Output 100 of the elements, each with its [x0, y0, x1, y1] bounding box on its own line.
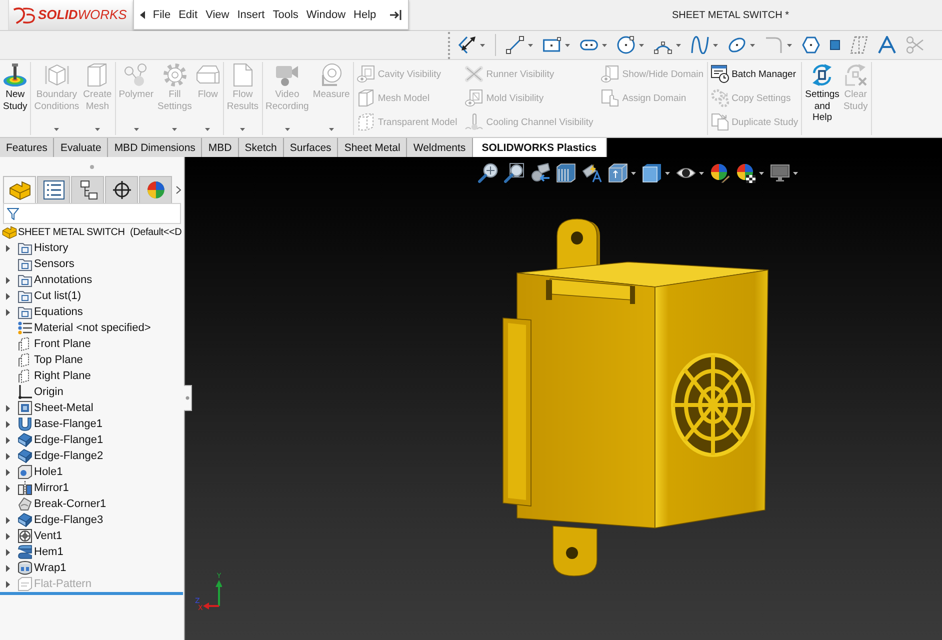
- pin-icon[interactable]: [390, 10, 402, 20]
- menu-item[interactable]: Tools: [268, 6, 302, 22]
- monitor-icon[interactable]: [770, 163, 790, 183]
- filter-field[interactable]: [3, 203, 181, 224]
- magnifier-icon[interactable]: [478, 163, 498, 183]
- expander-icon[interactable]: [6, 404, 10, 412]
- expander-icon[interactable]: [6, 532, 10, 540]
- expander-icon[interactable]: [6, 308, 10, 316]
- letter-icon[interactable]: [878, 36, 896, 54]
- dimension-icon[interactable]: [458, 36, 476, 54]
- expander-icon[interactable]: [6, 244, 10, 252]
- box-icon[interactable]: [642, 163, 662, 183]
- tab[interactable]: MBD: [202, 138, 239, 157]
- expander-icon[interactable]: [6, 452, 10, 460]
- left-arrow-icon[interactable]: [140, 10, 145, 18]
- caret-icon[interactable]: [565, 44, 570, 46]
- expander-icon[interactable]: [6, 468, 10, 476]
- tree-item[interactable]: Base-Flange1: [0, 416, 102, 432]
- panel-tab[interactable]: [37, 176, 70, 203]
- caret-icon[interactable]: [750, 44, 755, 46]
- caret-icon[interactable]: [602, 44, 607, 46]
- section-box-icon[interactable]: [556, 163, 576, 183]
- tree-item[interactable]: Vent1: [0, 528, 62, 544]
- caret-icon[interactable]: [639, 44, 644, 46]
- ellipse-icon[interactable]: [728, 36, 746, 54]
- tree-item[interactable]: Edge-Flange2: [0, 448, 104, 464]
- tab[interactable]: Sketch: [238, 138, 284, 157]
- ribbon-button[interactable]: Settings and Help: [803, 62, 842, 135]
- expander-icon[interactable]: [6, 564, 10, 572]
- magnifier-icon[interactable]: [504, 163, 524, 183]
- caret-icon[interactable]: [793, 172, 798, 174]
- tree-item[interactable]: History: [0, 240, 68, 256]
- origin-icon: [18, 385, 32, 399]
- spline-icon[interactable]: [691, 36, 709, 54]
- tab[interactable]: Weldments: [407, 138, 473, 157]
- tree-item[interactable]: Break-Corner1: [0, 496, 106, 512]
- tab[interactable]: MBD Dimensions: [108, 138, 202, 157]
- grip-icon[interactable]: [90, 164, 94, 168]
- circle-icon[interactable]: [617, 36, 635, 54]
- tree-item[interactable]: Cut list(1): [0, 288, 82, 304]
- panel-tab[interactable]: [105, 176, 138, 203]
- chevron-icon[interactable]: [176, 186, 181, 194]
- color-ball-icon[interactable]: [710, 163, 730, 183]
- ribbon-button[interactable]: Batch Manager: [708, 62, 798, 86]
- rectangle-icon[interactable]: [543, 36, 561, 54]
- tree-item[interactable]: Front Plane: [0, 336, 91, 352]
- camera-arrow-icon[interactable]: [530, 163, 550, 183]
- expander-icon[interactable]: [6, 484, 10, 492]
- menu-item[interactable]: Window: [302, 6, 350, 22]
- tree-item[interactable]: Annotations: [0, 272, 92, 288]
- caret-icon[interactable]: [699, 172, 704, 174]
- caret-icon[interactable]: [665, 172, 670, 174]
- expander-icon[interactable]: [6, 548, 10, 556]
- tree-item[interactable]: Sensors: [0, 256, 74, 272]
- tree-item[interactable]: Origin: [0, 384, 64, 400]
- tree-item[interactable]: Right Plane: [0, 368, 91, 384]
- expander-icon[interactable]: [6, 420, 10, 428]
- menu-item[interactable]: Help: [350, 6, 380, 22]
- tree-item[interactable]: Sheet-Metal: [0, 400, 94, 416]
- caret-icon[interactable]: [713, 44, 718, 46]
- tree-item[interactable]: Hole1: [0, 464, 63, 480]
- tree-item[interactable]: Equations: [0, 304, 83, 320]
- caret-icon[interactable]: [759, 172, 764, 174]
- window-clock-icon: [710, 65, 729, 83]
- menu-item[interactable]: View: [202, 6, 234, 22]
- expander-icon[interactable]: [6, 276, 10, 284]
- caret-icon[interactable]: [528, 44, 533, 46]
- tree-item[interactable]: Wrap1: [0, 560, 66, 576]
- expander-icon[interactable]: [6, 436, 10, 444]
- tree-item[interactable]: SHEET METAL SWITCH (Default<<D: [0, 224, 182, 240]
- tab[interactable]: SOLIDWORKS Plastics: [472, 138, 607, 157]
- caret-icon[interactable]: [676, 44, 681, 46]
- camera-lightning-icon[interactable]: [582, 163, 602, 183]
- panel-tab[interactable]: [71, 176, 104, 203]
- tab[interactable]: Sheet Metal: [338, 138, 408, 157]
- tab[interactable]: Evaluate: [54, 138, 108, 157]
- tree-item[interactable]: Material <not specified>: [0, 320, 151, 336]
- caret-icon[interactable]: [631, 172, 636, 174]
- tree-item[interactable]: Mirror1: [0, 480, 69, 496]
- caret-icon[interactable]: [480, 44, 485, 46]
- expander-icon[interactable]: [6, 516, 10, 524]
- line-icon[interactable]: [506, 36, 524, 54]
- menu-item[interactable]: Edit: [174, 6, 202, 22]
- color-ball-icon[interactable]: [736, 163, 756, 183]
- tree-item[interactable]: Edge-Flange3: [0, 512, 104, 528]
- menu-item[interactable]: File: [148, 6, 175, 22]
- cube-icon[interactable]: [608, 163, 628, 183]
- ribbon-button[interactable]: New Study: [1, 62, 30, 135]
- tab[interactable]: Features: [0, 138, 54, 157]
- nozzle-icon: [3, 63, 28, 87]
- cylinder-icon: [18, 561, 32, 575]
- menu-item[interactable]: Insert: [233, 6, 269, 22]
- tab[interactable]: Surfaces: [284, 138, 338, 157]
- expander-icon[interactable]: [6, 292, 10, 300]
- splitter-handle[interactable]: [184, 385, 192, 411]
- tree-item[interactable]: Edge-Flange1: [0, 432, 104, 448]
- tree-item[interactable]: Top Plane: [0, 352, 83, 368]
- panel-tab[interactable]: [3, 176, 36, 203]
- tree-item[interactable]: Hem1: [0, 544, 64, 560]
- hexagon-icon[interactable]: [802, 36, 820, 54]
